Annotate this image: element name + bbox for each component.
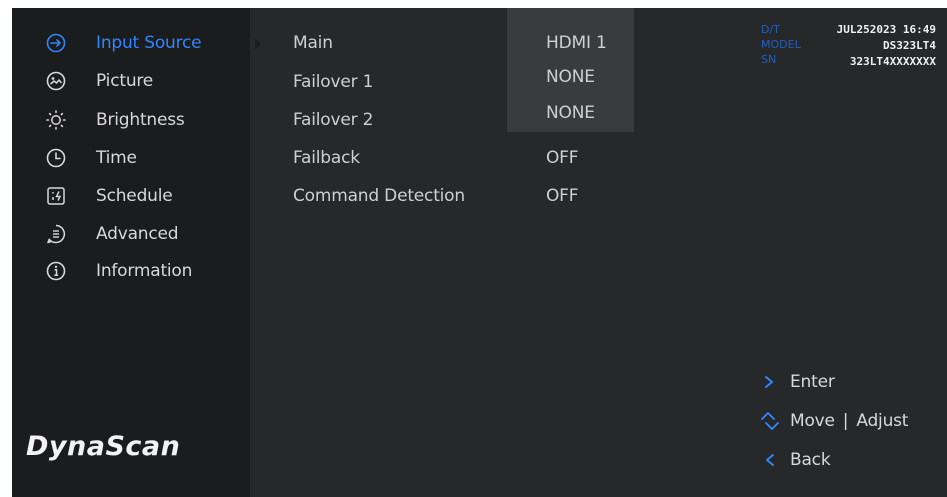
back-hint: Back bbox=[760, 448, 831, 472]
enter-hint-label: Enter bbox=[790, 372, 835, 392]
model-label: MODEL bbox=[761, 38, 801, 51]
chevron-left-icon bbox=[766, 454, 774, 466]
osd-menu: Input Source Picture Brightness Time Sch… bbox=[12, 8, 947, 497]
serial-number-label: SN bbox=[761, 53, 777, 66]
move-adjust-hint: Move | Adjust bbox=[760, 409, 908, 433]
setting-value-main[interactable]: HDMI 1 bbox=[546, 33, 607, 53]
menu-item-label: Information bbox=[96, 261, 193, 281]
setting-label-command-detection[interactable]: Command Detection bbox=[293, 186, 465, 206]
back-hint-label: Back bbox=[790, 450, 831, 470]
brightness-icon bbox=[46, 110, 66, 130]
menu-item-brightness[interactable]: Brightness bbox=[12, 103, 250, 137]
menu-item-label: Input Source bbox=[96, 33, 202, 53]
setting-label-failover-1[interactable]: Failover 1 bbox=[293, 72, 373, 92]
menu-item-picture[interactable]: Picture bbox=[12, 64, 250, 98]
schedule-icon bbox=[47, 187, 65, 205]
menu-item-input-source[interactable]: Input Source bbox=[12, 26, 250, 60]
enter-hint: Enter bbox=[760, 370, 835, 394]
datetime-value: JUL252023 16:49 bbox=[836, 23, 936, 36]
setting-label-main[interactable]: Main bbox=[293, 33, 333, 53]
hint-separator: | bbox=[842, 411, 849, 431]
serial-number-value: 323LT4XXXXXXX bbox=[849, 55, 936, 68]
setting-value-failback[interactable]: OFF bbox=[546, 148, 579, 168]
adjust-hint-label: Adjust bbox=[856, 411, 909, 431]
sidebar: Input Source Picture Brightness Time Sch… bbox=[12, 8, 250, 497]
advanced-icon bbox=[47, 224, 66, 244]
menu-item-label: Picture bbox=[96, 71, 154, 91]
dynascan-logo: DynaScan bbox=[26, 431, 181, 462]
menu-item-advanced[interactable]: Advanced bbox=[12, 217, 250, 251]
chevron-right-icon bbox=[765, 376, 773, 388]
picture-icon bbox=[46, 71, 66, 91]
move-hint-label: Move bbox=[790, 411, 835, 431]
menu-item-label: Schedule bbox=[96, 186, 173, 206]
menu-item-label: Brightness bbox=[96, 110, 185, 130]
menu-item-label: Advanced bbox=[96, 224, 179, 244]
clock-icon bbox=[46, 148, 66, 168]
menu-item-schedule[interactable]: Schedule bbox=[12, 179, 250, 213]
menu-item-information[interactable]: Information bbox=[12, 254, 250, 288]
setting-value-failover-1[interactable]: NONE bbox=[546, 67, 595, 87]
input-source-icon bbox=[46, 33, 66, 53]
setting-label-failback[interactable]: Failback bbox=[293, 148, 360, 168]
setting-value-command-detection[interactable]: OFF bbox=[546, 186, 579, 206]
setting-value-failover-2[interactable]: NONE bbox=[546, 103, 595, 123]
setting-label-failover-2[interactable]: Failover 2 bbox=[293, 110, 373, 130]
up-down-chevron-icon bbox=[761, 412, 779, 430]
selection-caret bbox=[255, 38, 261, 50]
datetime-label: D/T bbox=[761, 23, 780, 36]
model-value: DS323LT4 bbox=[883, 39, 936, 52]
menu-item-time[interactable]: Time bbox=[12, 141, 250, 175]
info-icon bbox=[46, 261, 66, 281]
menu-item-label: Time bbox=[96, 148, 137, 168]
